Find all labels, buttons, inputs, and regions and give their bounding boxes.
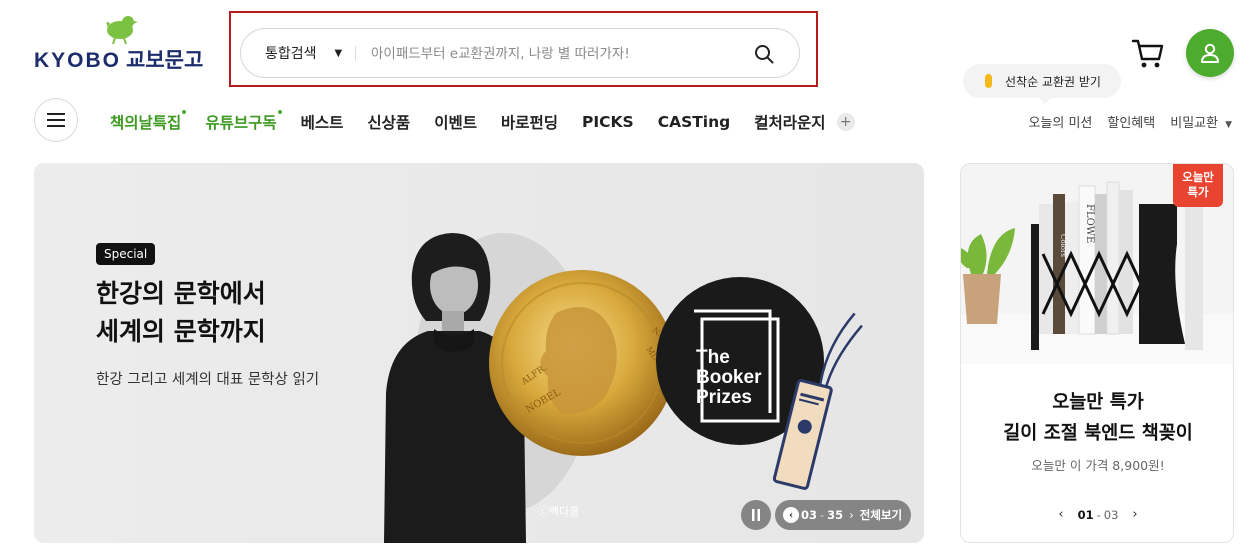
banner-illustration: ALFR. NOBEL NAT. MDCCC The Booker Prizes — [34, 163, 924, 543]
nav-item-new[interactable]: 신상품 — [367, 111, 410, 133]
banner-subtitle: 한강 그리고 세계의 대표 문학상 읽기 — [96, 372, 320, 388]
pager-current: 03 — [801, 508, 818, 522]
pause-icon — [752, 509, 760, 521]
deal-pager: ‹ 01 - 03 › — [1058, 507, 1138, 522]
coupon-tooltip-label: 선착순 교환권 받기 — [1005, 74, 1101, 89]
logo-text: KYOBO — [34, 49, 122, 72]
nav-item-youtube[interactable]: 유튜브구독 — [205, 110, 282, 133]
logo-korean: 교보문고 — [126, 49, 204, 72]
svg-text:The: The — [696, 347, 730, 368]
util-links: 오늘의 미션 할인혜택 비밀교환 ▼ — [1013, 112, 1232, 131]
chevron-left-icon[interactable]: ‹ — [783, 507, 799, 523]
deal-title: 오늘만 특가 길이 조절 북엔드 책꽂이 — [1003, 392, 1193, 444]
user-account-button[interactable] — [1186, 29, 1234, 77]
svg-text:Booker: Booker — [696, 367, 762, 388]
nav-more-button[interactable]: + — [836, 113, 855, 131]
main-nav: 책의날특집 유튜브구독 베스트 신상품 이벤트 바로펀딩 PICKS CASTi… — [110, 110, 855, 133]
nav-item-funding[interactable]: 바로펀딩 — [501, 111, 558, 133]
svg-text:Prizes: Prizes — [696, 387, 752, 408]
cart-icon[interactable] — [1131, 37, 1165, 69]
today-deal-card[interactable]: FLOWE Colors 오늘만 특가 오늘만 특가 길이 조절 북엔드 책꽂이… — [960, 163, 1234, 543]
nav-item-picks[interactable]: PICKS — [582, 113, 634, 131]
kyobo-logo[interactable]: KYOBO 교보문고 — [34, 14, 216, 72]
bird-logo-icon — [106, 16, 138, 44]
hamburger-icon — [47, 113, 65, 127]
banner-title: 한강의 문학에서 세계의 문학까지 — [96, 279, 266, 346]
pager-total: 35 — [827, 508, 844, 522]
banner-pager[interactable]: ‹ 03 - 35 › 전체보기 — [775, 500, 911, 530]
user-icon — [1201, 43, 1219, 63]
caret-down-icon: ▼ — [1225, 120, 1232, 130]
chevron-right-icon: › — [849, 508, 854, 522]
deal-pager-total: 03 — [1103, 507, 1119, 522]
nav-item-best[interactable]: 베스트 — [301, 111, 344, 133]
book-spine-text: Colors — [1059, 234, 1067, 257]
banner-pause-button[interactable] — [741, 500, 771, 530]
chevron-left-icon[interactable]: ‹ — [1058, 507, 1063, 522]
coin-icon — [985, 74, 992, 88]
photo-credit: ⓒ백다흠 — [538, 505, 580, 518]
nav-item-culture-lounge[interactable]: 컬처라운지 — [754, 111, 825, 133]
search-button[interactable] — [751, 41, 777, 67]
special-badge: Special — [96, 243, 156, 265]
search-category-select[interactable]: 통합검색 ▼ — [265, 29, 342, 77]
chevron-right-icon[interactable]: › — [1132, 507, 1137, 522]
search-bar: 통합검색 ▼ — [240, 28, 800, 78]
util-today-mission[interactable]: 오늘의 미션 — [1028, 112, 1092, 131]
search-divider — [355, 46, 356, 61]
new-dot-icon — [182, 110, 187, 114]
hamburger-menu-button[interactable] — [34, 98, 78, 142]
new-dot-icon — [277, 110, 282, 114]
book-spine-text: FLOWE — [1084, 204, 1095, 243]
deal-pager-current: 01 — [1077, 507, 1094, 522]
nav-item-event[interactable]: 이벤트 — [434, 111, 477, 133]
search-input[interactable] — [371, 42, 741, 66]
util-secret-exchange[interactable]: 비밀교환 ▼ — [1170, 112, 1232, 131]
caret-down-icon: ▼ — [334, 47, 343, 59]
nav-item-casting[interactable]: CASTing — [658, 113, 731, 131]
util-discount[interactable]: 할인혜택 — [1107, 112, 1155, 131]
search-category-label: 통합검색 — [265, 46, 317, 62]
search-icon — [755, 45, 774, 64]
today-only-badge: 오늘만 특가 — [1173, 164, 1223, 207]
deal-price-text: 오늘만 이 가격 8,900원! — [1031, 458, 1165, 473]
nobel-medal: ALFR. NOBEL NAT. MDCCC — [489, 270, 675, 456]
main-banner[interactable]: ALFR. NOBEL NAT. MDCCC The Booker Prizes… — [34, 163, 924, 543]
nav-item-book-day[interactable]: 책의날특집 — [110, 110, 187, 133]
coupon-tooltip-button[interactable]: 선착순 교환권 받기 — [963, 64, 1121, 104]
view-all-link[interactable]: 전체보기 — [860, 507, 902, 523]
